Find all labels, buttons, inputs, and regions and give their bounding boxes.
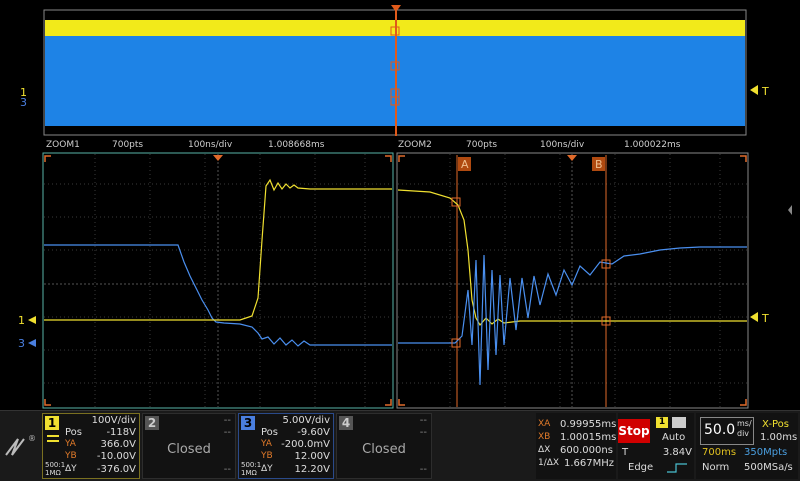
ch1-yb: -10.00V [96, 451, 136, 462]
zoom2-pts: 700pts [466, 140, 497, 150]
ch3-ya-label: YA [261, 439, 272, 449]
trigger-level-icon [750, 312, 758, 322]
trigger-panel[interactable]: Stop 1 Auto T 3.84V Edge [618, 413, 694, 479]
overview-trigger-label: T [761, 85, 769, 98]
cursor-a-label: A [461, 158, 469, 171]
zoom2-offset: 1.000022ms [624, 140, 681, 150]
cursor-a-ya-marker [451, 197, 461, 207]
cursor-dx: 600.000ns [560, 445, 613, 456]
zoom2-trigger-icon [567, 155, 577, 161]
ch3-panel[interactable]: 3 5.00V/div Pos -9.60V YA -200.0mV YB 12… [238, 413, 334, 479]
ch1-scale: 100V/div [91, 415, 136, 426]
cursor-b-label: B [595, 158, 603, 171]
timebase-value: 50.0 [704, 422, 736, 438]
ch4-panel[interactable]: 4 -- -- Closed -- [336, 413, 432, 479]
timebase-box[interactable]: 50.0 ms/ div [700, 417, 754, 445]
memory-time: 700ms [702, 447, 737, 458]
ch3-scale: 5.00V/div [282, 415, 330, 426]
cursor-xa-label: XA [538, 419, 551, 429]
trigger-level-label[interactable]: T [761, 312, 769, 325]
ch4-number: 4 [339, 416, 353, 430]
zoom2-timebase: 100ns/div [540, 140, 585, 150]
trigger-source[interactable]: 1 [656, 417, 668, 428]
ch3-arrow-icon [28, 339, 36, 347]
ch1-level-marker[interactable]: 1 [18, 314, 25, 327]
waveform-svg: 1 3 T ZOOM1 700pts 100ns/div 1.008668ms … [18, 5, 792, 409]
xpos-value[interactable]: 1.00ms [760, 432, 797, 443]
zoom1-offset: 1.008668ms [268, 140, 325, 150]
zoom-corner-markers [44, 155, 747, 406]
ch4-bot: -- [419, 464, 427, 475]
ch3-ya: -200.0mV [281, 439, 330, 450]
run-stop-button[interactable]: Stop [618, 419, 650, 443]
xpos-label: X-Pos [762, 419, 789, 430]
ch3-dy: 12.20V [294, 464, 330, 475]
ch2-top2: -- [223, 427, 231, 438]
ch3-dy-label: ΔY [261, 464, 273, 474]
overview-trigger-level-icon [750, 85, 758, 95]
ch3-number: 3 [241, 416, 255, 430]
trigger-coupling-icon [672, 417, 686, 428]
cursor-dx-label: ΔX [538, 445, 551, 455]
ch4-status: Closed [362, 442, 406, 457]
cursor-inv: 1.667MHz [564, 458, 615, 469]
trigger-level[interactable]: 3.84V [663, 447, 692, 458]
waveform-display[interactable]: 1 3 T ZOOM1 700pts 100ns/div 1.008668ms … [0, 0, 800, 410]
ch1-probe: 500:1 [45, 461, 66, 469]
ch2-top1: -- [223, 415, 231, 426]
cursor-xb: 1.00015ms [560, 432, 617, 443]
status-bar: ® 1 100V/div Pos -118V YA 366.0V YB -10.… [0, 410, 800, 481]
ch1-ya-label: YA [65, 439, 76, 449]
side-menu-arrow-icon[interactable] [788, 205, 792, 215]
ch3-impedance: 1MΩ [241, 469, 257, 477]
ch1-coupling-icon [47, 435, 59, 442]
sample-rate: 500MSa/s [744, 462, 793, 473]
trigger-level-label: T [622, 447, 629, 458]
ch4-top1: -- [419, 415, 427, 426]
zoom2-grid [396, 152, 749, 409]
zoom1-name: ZOOM1 [46, 140, 80, 150]
brand-logo: ® [2, 429, 38, 465]
ch4-top2: -- [419, 427, 427, 438]
timebase-unit-bot: div [737, 429, 750, 438]
cursor-readout[interactable]: XA 0.99955ms XB 1.00015ms ΔX 600.000ns 1… [536, 413, 616, 479]
cursor-inv-label: 1/ΔX [538, 458, 560, 468]
ch2-status: Closed [167, 442, 211, 457]
svg-text:®: ® [28, 434, 36, 443]
ch2-bot: -- [223, 464, 231, 475]
ch1-impedance: 1MΩ [45, 469, 61, 477]
trigger-type[interactable]: Edge [628, 462, 653, 473]
ch3-pos-label: Pos [261, 427, 279, 438]
ch2-panel[interactable]: 2 -- -- Closed -- [142, 413, 236, 479]
ch2-number: 2 [145, 416, 159, 430]
ch1-yb-label: YB [65, 451, 77, 461]
ch1-pos-label: Pos [65, 427, 83, 438]
acquisition-mode[interactable]: Norm [702, 462, 729, 473]
zoom1-timebase: 100ns/div [188, 140, 233, 150]
ch1-panel[interactable]: 1 100V/div Pos -118V YA 366.0V YB -10.00… [42, 413, 140, 479]
ch1-ya: 366.0V [100, 439, 136, 450]
ch1-dy-label: ΔY [65, 464, 77, 474]
ch3-yb-label: YB [261, 451, 273, 461]
zoom2-name: ZOOM2 [398, 140, 432, 150]
overview-ch3-marker: 3 [20, 96, 27, 109]
rising-edge-icon [667, 463, 687, 473]
ch1-number: 1 [45, 416, 59, 430]
timebase-unit-top: ms/ [737, 419, 752, 428]
ch1-pos: -118V [106, 427, 136, 438]
ch3-probe: 500:1 [241, 461, 262, 469]
zoom1-trigger-icon [213, 155, 223, 161]
trigger-mode[interactable]: Auto [662, 432, 685, 443]
ch3-yb: 12.00V [294, 451, 330, 462]
ch3-pos: -9.60V [297, 427, 330, 438]
timebase-panel[interactable]: 50.0 ms/ div X-Pos 1.00ms 700ms 350Mpts … [696, 413, 798, 479]
cursor-xb-label: XB [538, 432, 551, 442]
ch3-level-marker[interactable]: 3 [18, 337, 25, 350]
cursor-xa: 0.99955ms [560, 419, 617, 430]
zoom1-grid [42, 152, 394, 409]
zoom1-pts: 700pts [112, 140, 143, 150]
memory-depth: 350Mpts [744, 447, 788, 458]
ch1-arrow-icon [28, 316, 36, 324]
ch1-dy: -376.0V [96, 464, 136, 475]
